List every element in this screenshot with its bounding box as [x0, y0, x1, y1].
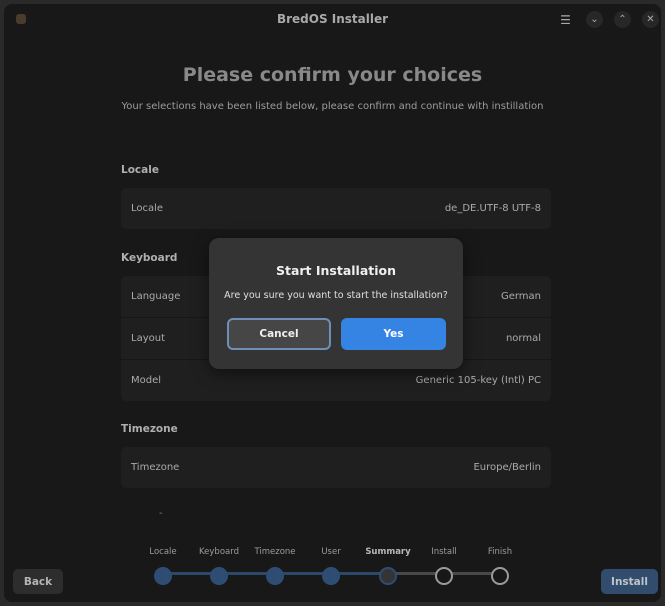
start-installation-dialog: Start Installation Are you sure you want… [209, 238, 463, 369]
yes-button[interactable]: Yes [341, 318, 446, 350]
installer-window: BredOS Installer ☰ ⌄ ⌃ ✕ Please confirm … [4, 4, 661, 602]
dialog-message: Are you sure you want to start the insta… [224, 290, 448, 301]
dialog-title: Start Installation [275, 263, 397, 278]
cancel-button[interactable]: Cancel [227, 318, 331, 350]
